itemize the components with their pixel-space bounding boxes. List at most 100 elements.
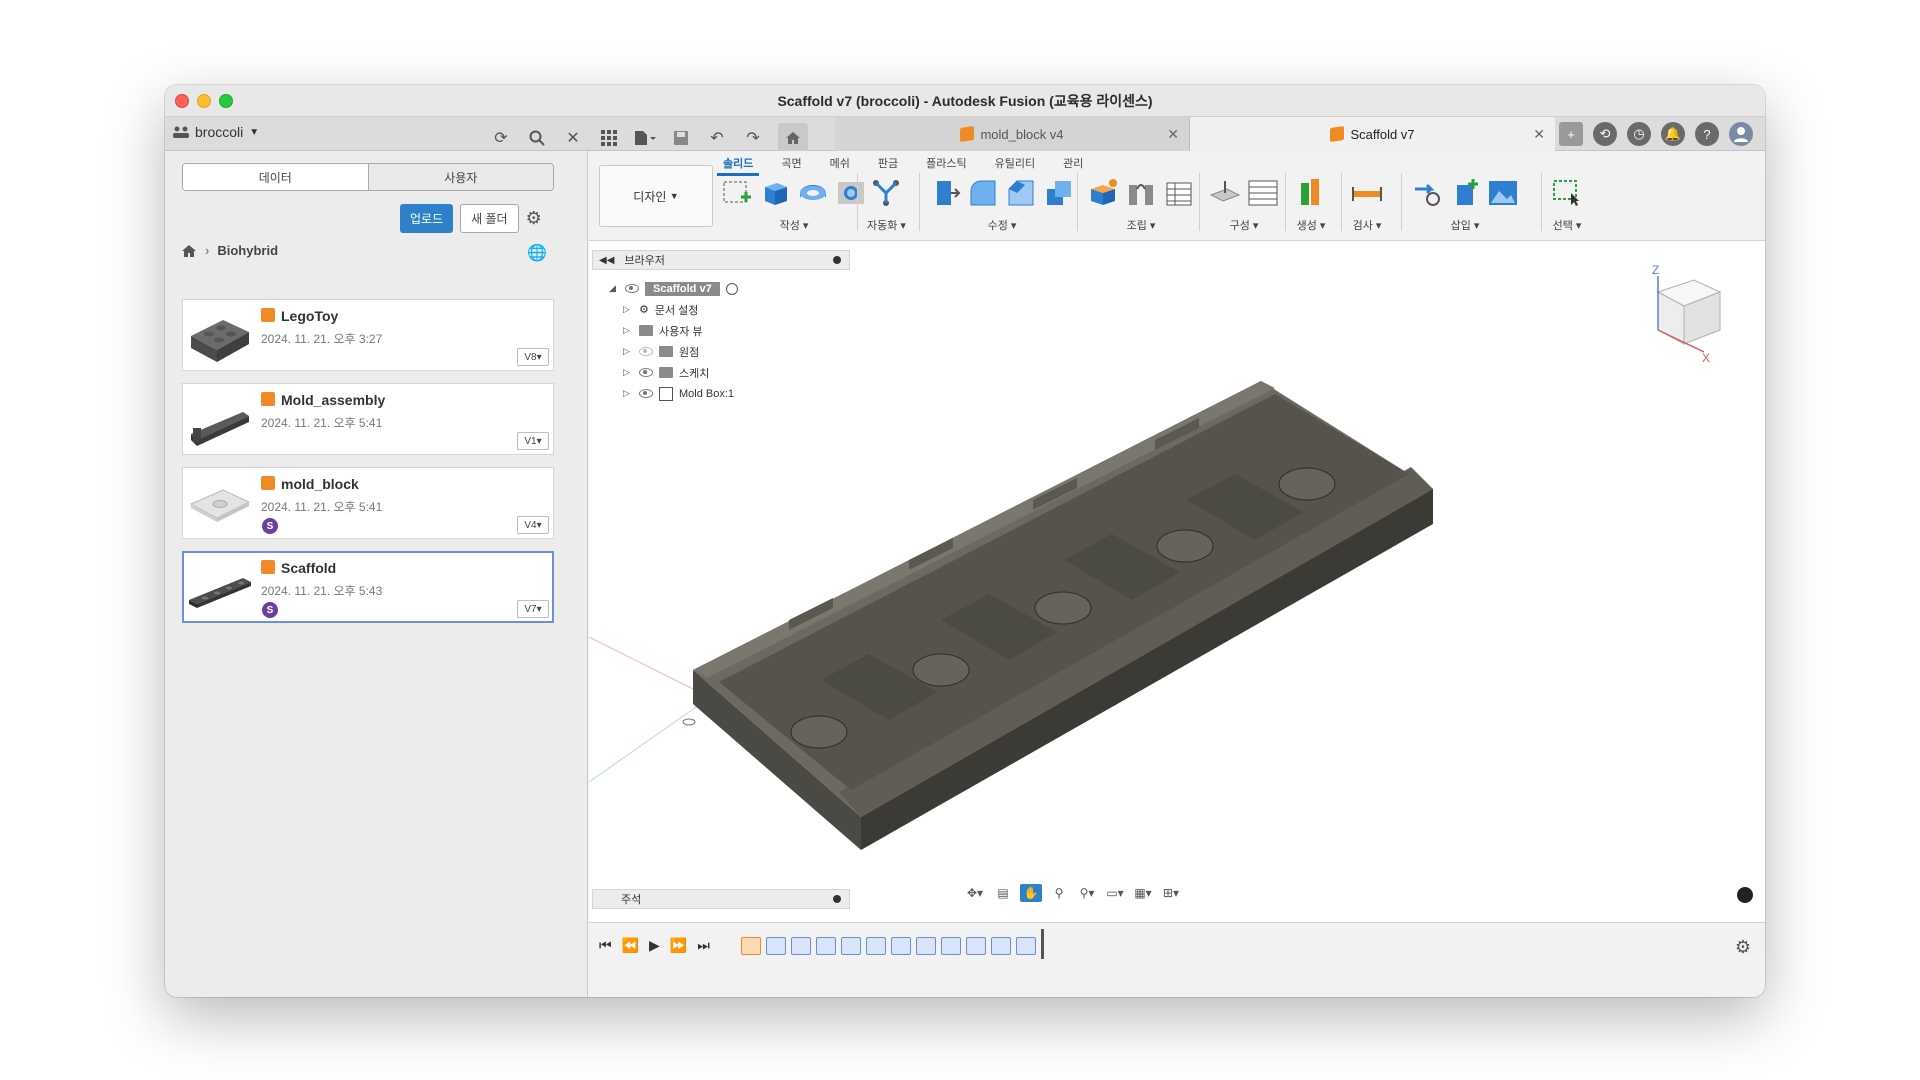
- extensions-icon[interactable]: ⟲: [1593, 122, 1617, 146]
- ribbon-tab-solid[interactable]: 솔리드: [709, 153, 767, 176]
- version-dropdown[interactable]: V8 ▾: [517, 348, 549, 366]
- tree-root[interactable]: ◢ Scaffold v7: [609, 278, 738, 299]
- refresh-icon[interactable]: ⟳: [490, 127, 512, 149]
- display-settings-icon[interactable]: ▭▾: [1104, 884, 1126, 902]
- extrude-icon[interactable]: [759, 177, 791, 209]
- close-tab-icon[interactable]: ✕: [1167, 126, 1179, 143]
- notifications-icon[interactable]: 🔔: [1661, 122, 1685, 146]
- timeline-item[interactable]: [741, 937, 761, 955]
- workspace-switcher[interactable]: 디자인 ▼: [599, 165, 713, 227]
- timeline-item[interactable]: [916, 937, 936, 955]
- timeline-item[interactable]: [816, 937, 836, 955]
- zoom-icon[interactable]: ⚲: [1048, 884, 1070, 902]
- play-icon[interactable]: ▶: [649, 937, 660, 954]
- offset-plane-icon[interactable]: [1209, 177, 1241, 209]
- comment-icon[interactable]: [1737, 887, 1753, 903]
- timeline-item[interactable]: [1016, 937, 1036, 955]
- timeline-item[interactable]: [841, 937, 861, 955]
- expand-icon[interactable]: ▷: [623, 388, 633, 399]
- apps-grid-icon[interactable]: [598, 127, 620, 149]
- breadcrumb-folder[interactable]: Biohybrid: [217, 243, 278, 258]
- file-card[interactable]: LegoToy 2024. 11. 21. 오후 3:27 V8 ▾: [182, 299, 554, 371]
- home-icon[interactable]: [181, 244, 197, 258]
- pan-icon[interactable]: ✋: [1020, 884, 1042, 902]
- undo-icon[interactable]: ↶: [706, 127, 728, 149]
- browser-panel-header[interactable]: ◀◀ 브라우저: [592, 250, 850, 270]
- project-selector[interactable]: broccoli ▼: [173, 124, 259, 140]
- group-label[interactable]: 작성 ▾: [780, 217, 809, 233]
- insert-component-icon[interactable]: [1449, 177, 1481, 209]
- canvas-viewport[interactable]: ◀◀ 브라우저 ◢ Scaffold v7 ▷ ⚙ 문서 설정 ▷ 사용자 뷰 …: [589, 242, 1765, 922]
- expand-icon[interactable]: ◢: [609, 283, 619, 294]
- version-dropdown[interactable]: V7 ▾: [517, 600, 549, 618]
- file-card[interactable]: mold_block 2024. 11. 21. 오후 5:41 S V4 ▾: [182, 467, 554, 539]
- group-label[interactable]: 삽입 ▾: [1451, 217, 1480, 233]
- radio-icon[interactable]: [725, 282, 738, 295]
- timeline-item[interactable]: [966, 937, 986, 955]
- group-label[interactable]: 생성 ▾: [1297, 217, 1326, 233]
- automate-icon[interactable]: [870, 177, 902, 209]
- file-card[interactable]: Mold_assembly 2024. 11. 21. 오후 5:41 V1 ▾: [182, 383, 554, 455]
- minimize-window-button[interactable]: [197, 94, 211, 108]
- ribbon-tab-surface[interactable]: 곡면: [767, 153, 815, 173]
- grid-settings-icon[interactable]: ▦▾: [1132, 884, 1154, 902]
- view-cube[interactable]: Z X: [1636, 262, 1736, 362]
- combine-icon[interactable]: [1043, 177, 1075, 209]
- timeline-item[interactable]: [991, 937, 1011, 955]
- tab-people[interactable]: 사용자: [368, 164, 553, 190]
- step-forward-icon[interactable]: ⏩: [670, 937, 687, 954]
- timeline-marker[interactable]: [1041, 929, 1044, 959]
- globe-icon[interactable]: 🌐: [527, 243, 547, 263]
- ribbon-tab-plastic[interactable]: 플라스틱: [912, 153, 980, 173]
- group-label[interactable]: 구성 ▾: [1230, 217, 1259, 233]
- redo-icon[interactable]: ↷: [742, 127, 764, 149]
- canvas-image-icon[interactable]: [1487, 177, 1519, 209]
- go-to-end-icon[interactable]: ⏭: [697, 937, 710, 954]
- group-label[interactable]: 검사 ▾: [1353, 217, 1382, 233]
- ribbon-tab-sheet-metal[interactable]: 판금: [864, 153, 912, 173]
- ribbon-tab-mesh[interactable]: 메쉬: [816, 153, 864, 173]
- select-box-icon[interactable]: [1551, 177, 1583, 209]
- group-label[interactable]: 수정 ▾: [988, 217, 1017, 233]
- ribbon-tab-utilities[interactable]: 유틸리티: [981, 153, 1049, 173]
- eye-icon[interactable]: [639, 368, 653, 377]
- joint-icon[interactable]: [1125, 177, 1157, 209]
- gear-icon[interactable]: ⚙: [526, 208, 542, 229]
- timeline-item[interactable]: [866, 937, 886, 955]
- pin-icon[interactable]: [833, 895, 841, 903]
- file-menu-icon[interactable]: [634, 127, 656, 149]
- save-icon[interactable]: [670, 127, 692, 149]
- group-label[interactable]: 자동화 ▾: [867, 217, 906, 233]
- eye-icon[interactable]: [639, 389, 653, 398]
- press-pull-icon[interactable]: [929, 177, 961, 209]
- model-canvas[interactable]: [589, 242, 1765, 922]
- close-window-button[interactable]: [175, 94, 189, 108]
- parameters-icon[interactable]: [1247, 177, 1279, 209]
- help-icon[interactable]: ?: [1695, 122, 1719, 146]
- fit-icon[interactable]: ⚲▾: [1076, 884, 1098, 902]
- notes-panel-header[interactable]: 주석: [592, 889, 850, 909]
- expand-icon[interactable]: ▷: [623, 325, 633, 336]
- close-panel-icon[interactable]: ✕: [562, 127, 584, 149]
- tree-item[interactable]: ▷ Mold Box:1: [609, 383, 738, 404]
- viewports-icon[interactable]: ⊞▾: [1160, 884, 1182, 902]
- ribbon-tab-manage[interactable]: 관리: [1049, 153, 1097, 173]
- tree-item[interactable]: ▷ ⚙ 문서 설정: [609, 299, 738, 320]
- new-tab-icon[interactable]: +: [1559, 122, 1583, 146]
- fillet-icon[interactable]: [967, 177, 999, 209]
- eye-hidden-icon[interactable]: [639, 347, 653, 356]
- chamfer-icon[interactable]: [1005, 177, 1037, 209]
- new-component-icon[interactable]: [1087, 177, 1119, 209]
- tab-scaffold[interactable]: Scaffold v7 ✕: [1190, 117, 1555, 151]
- tab-mold-block[interactable]: mold_block v4 ✕: [835, 117, 1190, 151]
- tree-item[interactable]: ▷ 스케치: [609, 362, 738, 383]
- search-icon[interactable]: [526, 127, 548, 149]
- orbit-icon[interactable]: ✥▾: [964, 884, 986, 902]
- collapse-panel-icon[interactable]: ◀◀: [599, 255, 614, 266]
- timeline-item[interactable]: [766, 937, 786, 955]
- pin-icon[interactable]: [833, 256, 841, 264]
- group-label[interactable]: 조립 ▾: [1127, 217, 1156, 233]
- tree-item[interactable]: ▷ 사용자 뷰: [609, 320, 738, 341]
- hole-icon[interactable]: [835, 177, 867, 209]
- close-tab-icon[interactable]: ✕: [1533, 126, 1545, 143]
